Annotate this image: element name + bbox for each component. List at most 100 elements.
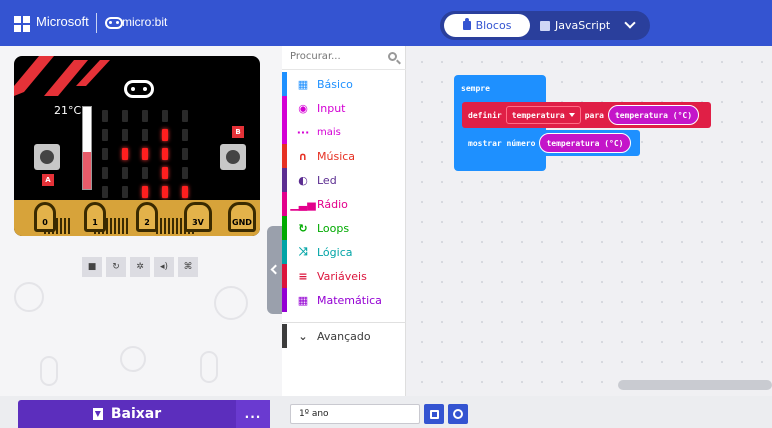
- variable-dropdown[interactable]: temperatura: [505, 106, 581, 124]
- input-icon: ◉: [298, 101, 308, 115]
- category-input-label: Input: [317, 101, 346, 115]
- temperature-reporter-block[interactable]: temperatura (°C): [539, 133, 631, 153]
- temperature-reporter-label: temperatura (°C): [546, 138, 624, 148]
- background-doodle: [40, 356, 58, 386]
- headphones-icon: ∩: [298, 149, 308, 163]
- led-r4-c0: [102, 186, 108, 198]
- search-icon[interactable]: [388, 52, 397, 61]
- github-button[interactable]: [448, 404, 468, 424]
- background-doodle: [14, 282, 44, 312]
- mute-icon[interactable]: ◂): [154, 257, 174, 277]
- category-musica[interactable]: ∩ Música: [282, 144, 406, 168]
- category-musica-label: Música: [317, 149, 356, 163]
- javascript-icon: [540, 20, 550, 31]
- download-button-label: Baixar: [110, 406, 162, 422]
- stop-icon[interactable]: ■: [82, 257, 102, 277]
- led-r0-c2: [142, 110, 148, 122]
- pin-3v: 3V: [184, 202, 212, 232]
- category-input-more[interactable]: ··· mais: [282, 120, 406, 144]
- shuffle-icon: ⤨: [298, 245, 308, 258]
- show-number-keyword: mostrar número: [468, 138, 536, 148]
- category-basico-label: Básico: [317, 77, 353, 91]
- show-number-block[interactable]: mostrar número temperatura (°C): [462, 130, 640, 156]
- github-icon: [453, 409, 463, 419]
- pin-1[interactable]: 1: [84, 202, 106, 232]
- category-basico[interactable]: ▦ Básico: [282, 72, 406, 96]
- led-r2-c1: [122, 148, 128, 160]
- temperature-reporter-block[interactable]: temperatura (°C): [607, 105, 700, 125]
- category-radio[interactable]: ▁▃▅ Rádio: [282, 192, 406, 216]
- led-r3-c2: [142, 167, 148, 179]
- editor-toggle: Blocos JavaScript: [440, 11, 650, 40]
- toolbox-search: [282, 46, 406, 70]
- led-r3-c3: [162, 167, 168, 179]
- led-r3-c4: [182, 167, 188, 179]
- brand-microsoft[interactable]: Microsoft: [36, 14, 89, 29]
- led-r4-c1: [122, 186, 128, 198]
- led-r3-c0: [102, 167, 108, 179]
- save-icon: [429, 409, 439, 419]
- category-led[interactable]: ◐ Led: [282, 168, 406, 192]
- category-variaveis[interactable]: ≡ Variáveis: [282, 264, 406, 288]
- category-avancado[interactable]: ⌄ Avançado: [282, 324, 406, 348]
- dropdown-caret-icon: [568, 113, 575, 117]
- project-name-input[interactable]: [290, 404, 420, 424]
- pin-strip: 0 1 2 3V GND: [14, 200, 260, 236]
- category-avancado-label: Avançado: [317, 329, 371, 343]
- led-r4-c4: [182, 186, 188, 198]
- pin-2[interactable]: 2: [136, 202, 158, 232]
- pin-0[interactable]: 0: [34, 202, 56, 232]
- category-matematica-label: Matemática: [317, 293, 382, 307]
- blocks-workspace[interactable]: sempre definir temperatura para temperat…: [406, 46, 772, 396]
- set-to-keyword: para: [584, 110, 604, 120]
- background-doodle: [214, 286, 248, 320]
- led-r4-c2: [142, 186, 148, 198]
- led-r1-c0: [102, 129, 108, 141]
- tab-javascript[interactable]: JavaScript: [540, 14, 620, 37]
- more-icon: ···: [296, 125, 310, 139]
- download-icon: [92, 408, 103, 420]
- restart-icon[interactable]: ↻: [106, 257, 126, 277]
- temperature-slider[interactable]: [82, 106, 92, 190]
- fullscreen-icon[interactable]: ⌘: [178, 257, 198, 277]
- top-bar: Microsoft micro:bit Blocos JavaScript: [0, 0, 772, 46]
- save-button[interactable]: [424, 404, 444, 424]
- category-radio-label: Rádio: [317, 197, 348, 211]
- category-input[interactable]: ◉ Input: [282, 96, 406, 120]
- simulator-controls: ■ ↻ ✲ ◂) ⌘: [82, 257, 202, 277]
- language-menu-chevron-icon[interactable]: [624, 17, 636, 29]
- led-r2-c3: [162, 148, 168, 160]
- toolbox-divider: [282, 322, 406, 323]
- toggle-icon: ◐: [298, 173, 308, 187]
- chevron-down-icon: ⌄: [298, 329, 308, 343]
- workspace-horizontal-scrollbar[interactable]: [618, 380, 772, 390]
- microbit-board: 21°C A B 0 1 2 3V GND: [14, 56, 260, 236]
- slow-motion-icon[interactable]: ✲: [130, 257, 150, 277]
- loop-icon: ↻: [298, 221, 308, 235]
- button-b[interactable]: [220, 144, 246, 170]
- set-variable-block[interactable]: definir temperatura para temperatura (°C…: [462, 102, 711, 128]
- category-matematica[interactable]: ▦ Matemática: [282, 288, 406, 312]
- tab-blocks[interactable]: Blocos: [444, 14, 530, 37]
- download-button[interactable]: Baixar: [18, 400, 236, 428]
- microbit-logo-touch-icon[interactable]: [124, 80, 154, 98]
- download-more-button[interactable]: ...: [236, 400, 270, 428]
- led-r1-c2: [142, 129, 148, 141]
- collapse-simulator-button[interactable]: [267, 226, 282, 314]
- category-input-more-label: mais: [317, 126, 341, 138]
- background-doodle: [120, 346, 146, 372]
- led-r0-c0: [102, 110, 108, 122]
- led-r2-c0: [102, 148, 108, 160]
- calculator-icon: ▦: [297, 293, 309, 307]
- led-r2-c2: [142, 148, 148, 160]
- lines-icon: ≡: [298, 269, 308, 283]
- button-a[interactable]: [34, 144, 60, 170]
- category-variaveis-label: Variáveis: [317, 269, 367, 283]
- led-r0-c3: [162, 110, 168, 122]
- category-logica[interactable]: ⤨ Lógica: [282, 240, 406, 264]
- board-corner-stripes: [14, 56, 110, 96]
- led-r1-c4: [182, 129, 188, 141]
- category-loops[interactable]: ↻ Loops: [282, 216, 406, 240]
- search-input[interactable]: [290, 51, 380, 62]
- brand-microbit[interactable]: micro:bit: [122, 15, 167, 29]
